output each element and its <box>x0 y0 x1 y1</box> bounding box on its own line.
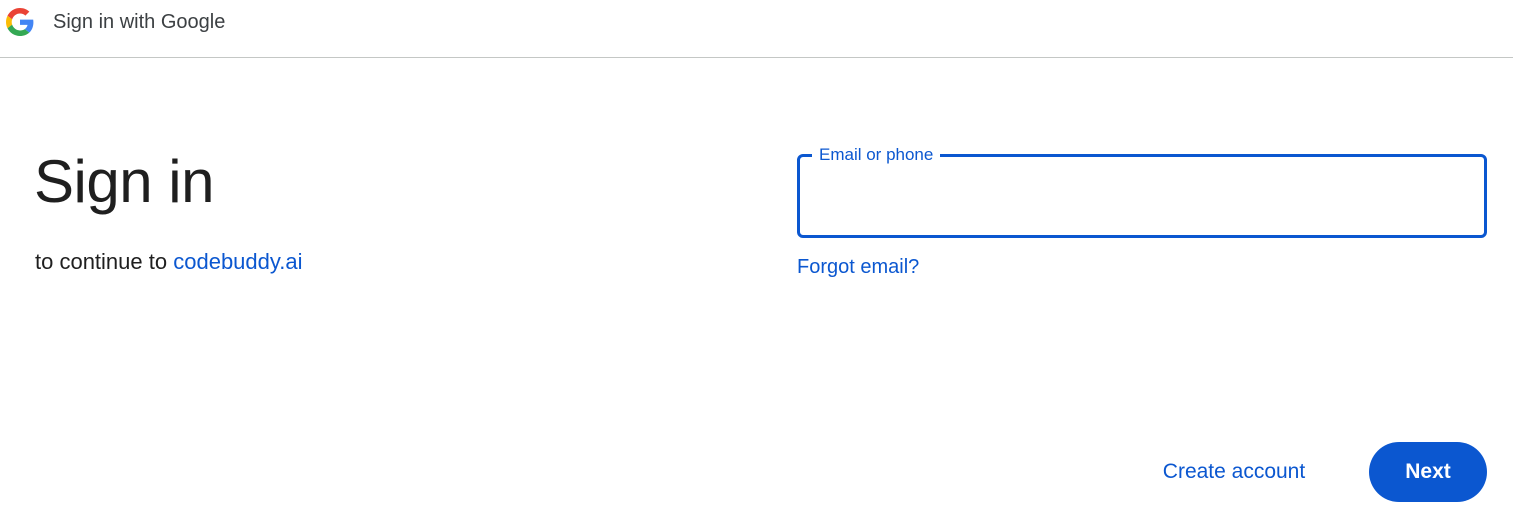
subtitle: to continue to codebuddy.ai <box>35 248 302 276</box>
app-name-link[interactable]: codebuddy.ai <box>173 249 302 274</box>
page-title: Sign in <box>34 148 214 215</box>
email-input[interactable] <box>814 177 1464 217</box>
app-header: Sign in with Google <box>0 0 1513 58</box>
subtitle-prefix: to continue to <box>35 249 168 274</box>
google-g-icon <box>6 8 34 36</box>
header-title: Sign in with Google <box>53 11 226 33</box>
email-field-container[interactable]: Email or phone <box>797 145 1487 238</box>
email-field-label: Email or phone <box>812 145 941 165</box>
create-account-button[interactable]: Create account <box>1140 442 1328 502</box>
forgot-email-link[interactable]: Forgot email? <box>797 254 919 280</box>
next-button[interactable]: Next <box>1369 442 1487 502</box>
